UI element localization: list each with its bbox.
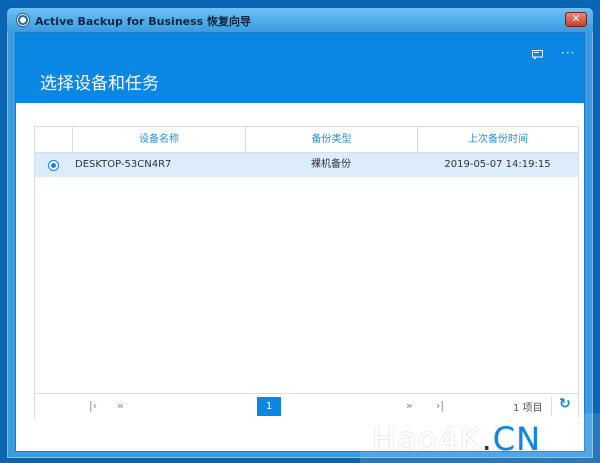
column-header-device-name[interactable]: 设备名称	[72, 127, 245, 152]
app-icon	[16, 13, 30, 27]
next-page-icon[interactable]: »	[406, 399, 413, 412]
more-options-icon[interactable]: ···	[561, 46, 575, 60]
wizard-window: Active Backup for Business 恢复向导 ✕ ··· 选择…	[6, 7, 594, 459]
row-radio-selected[interactable]	[48, 160, 59, 171]
backup-type-cell: 裸机备份	[311, 159, 351, 170]
first-page-icon[interactable]: |‹	[89, 399, 97, 412]
title-bar[interactable]: Active Backup for Business 恢复向导 ✕	[7, 8, 593, 32]
table-row[interactable]: DESKTOP-53CN4R7 裸机备份 2019-05-07 14:19:15	[35, 153, 578, 177]
column-header-backup-type[interactable]: 备份类型	[245, 127, 417, 152]
last-page-icon[interactable]: ›|	[436, 399, 444, 412]
table-header: 设备名称 备份类型 上次备份时间	[35, 127, 578, 153]
column-header-select	[35, 127, 72, 152]
watermark-text: Hao4K.CN	[372, 420, 541, 458]
refresh-icon[interactable]: ↻	[559, 396, 571, 412]
close-button[interactable]: ✕	[565, 12, 587, 27]
watermark-dot: .	[481, 420, 493, 458]
page-title: 选择设备和任务	[40, 74, 159, 94]
last-backup-cell: 2019-05-07 14:19:15	[444, 159, 551, 170]
column-header-last-backup[interactable]: 上次备份时间	[417, 127, 578, 152]
item-count: 1 项目	[513, 403, 543, 414]
previous-page-icon[interactable]: «	[117, 399, 124, 412]
device-table: 设备名称 备份类型 上次备份时间 DESKTOP-53CN4R7 裸机备份 20…	[34, 126, 579, 418]
watermark-part-2: CN	[492, 420, 542, 458]
current-page-button[interactable]: 1	[257, 397, 281, 416]
device-name-cell: DESKTOP-53CN4R7	[75, 159, 172, 170]
watermark-part-1: Hao4K	[372, 420, 482, 458]
window-title: Active Backup for Business 恢复向导	[35, 15, 252, 28]
wizard-content: ··· 选择设备和任务 设备名称 备份类型 上次备份时间 DESKTOP-53C…	[15, 32, 585, 452]
feedback-icon[interactable]	[532, 50, 543, 60]
wizard-header: ··· 选择设备和任务	[16, 33, 584, 103]
